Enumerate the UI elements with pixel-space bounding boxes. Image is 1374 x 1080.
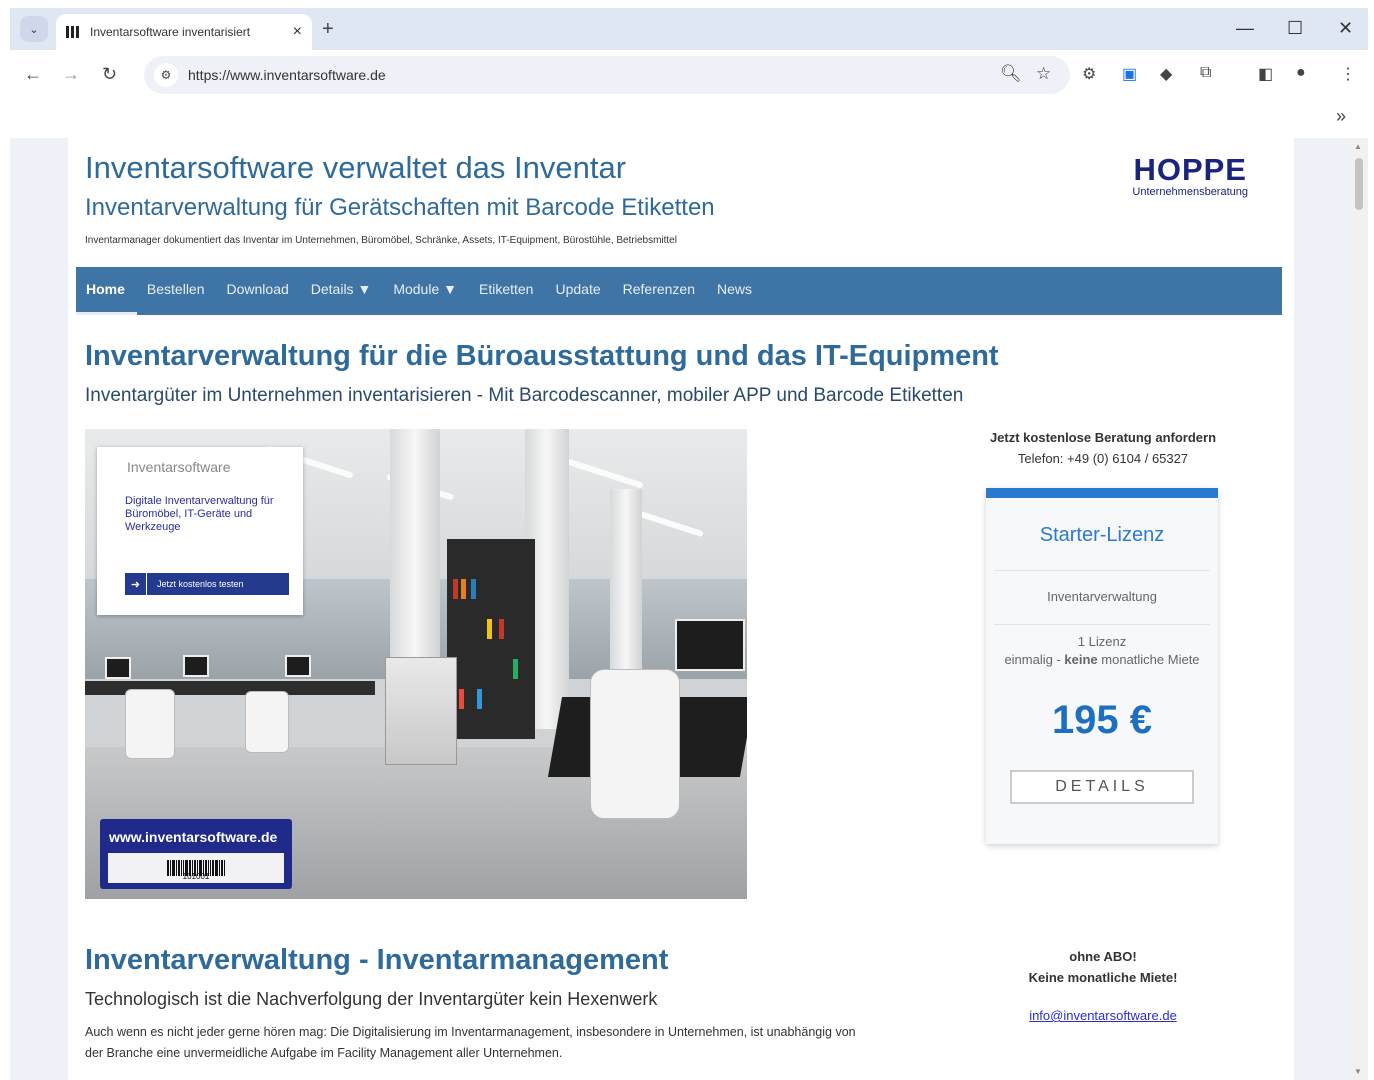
address-bar[interactable]: ⚙ https://www.inventarsoftware.de 🔍︎ ☆ bbox=[144, 56, 1070, 94]
window-close-icon[interactable]: ✕ bbox=[1338, 18, 1353, 39]
section-heading: Inventarverwaltung - Inventarmanagement bbox=[85, 944, 669, 976]
page-scrollbar[interactable]: ▲ ▼ bbox=[1350, 138, 1368, 1080]
main-subheading: Inventargüter im Unternehmen inventarisi… bbox=[85, 385, 964, 406]
hero-monitor bbox=[183, 655, 209, 677]
section-paragraph: Auch wenn es nicht jeder gerne hören mag… bbox=[85, 1025, 856, 1060]
side-panel-icon[interactable]: ◧ bbox=[1258, 64, 1273, 84]
bookmarks-bar: » bbox=[10, 102, 1368, 138]
hero-office-image: Inventarsoftware Digitale Inventarverwal… bbox=[85, 429, 747, 899]
logo-subtext: Unternehmensberatung bbox=[1132, 186, 1248, 198]
scroll-down-icon[interactable]: ▼ bbox=[1354, 1067, 1362, 1076]
zoom-icon[interactable]: 🔍︎ bbox=[1000, 64, 1022, 84]
page-content: Inventarsoftware verwaltet das Inventar … bbox=[68, 138, 1294, 1080]
url-text[interactable]: https://www.inventarsoftware.de bbox=[188, 67, 386, 83]
card-feature-rent: einmalig - keine monatliche Miete bbox=[1004, 652, 1200, 667]
hero-chair bbox=[590, 669, 680, 819]
browser-tab[interactable]: Inventarsoftware inventarisiert × bbox=[56, 14, 312, 50]
hero-printer bbox=[385, 657, 457, 765]
nav-item-download[interactable]: Download bbox=[227, 267, 289, 315]
hero-chair bbox=[125, 689, 175, 759]
promo-text: Digitale Inventarverwaltung für Büromöbe… bbox=[125, 495, 274, 533]
section-subheading: Technologisch ist die Nachverfolgung der… bbox=[85, 989, 658, 1009]
bookmarks-overflow-icon[interactable]: » bbox=[1336, 106, 1346, 127]
hero-monitor bbox=[285, 655, 311, 677]
nav-item-home[interactable]: Home bbox=[76, 267, 137, 315]
nav-item-referenzen[interactable]: Referenzen bbox=[623, 267, 695, 315]
card-title: Starter-Lizenz bbox=[1039, 524, 1165, 546]
page-viewport: Inventarsoftware verwaltet das Inventar … bbox=[10, 138, 1368, 1080]
browser-toolbar: ← → ↻ ⚙ https://www.inventarsoftware.de … bbox=[10, 50, 1368, 102]
extension-dark-icon[interactable]: ◆ bbox=[1160, 64, 1172, 84]
no-subscription-note: ohne ABO! Keine monatliche Miete! bbox=[958, 946, 1248, 988]
nav-item-bestellen[interactable]: Bestellen bbox=[147, 267, 205, 315]
main-navigation: Home Bestellen Download Details ▼ Module… bbox=[76, 267, 1282, 315]
site-title: Inventarsoftware verwaltet das Inventar bbox=[85, 150, 627, 185]
reload-icon[interactable]: ↻ bbox=[102, 64, 117, 85]
site-tagline: Inventarmanager dokumentiert das Inventa… bbox=[85, 235, 677, 246]
extension-blue-icon[interactable]: ▣ bbox=[1122, 64, 1137, 84]
menu-kebab-icon[interactable]: ⋮ bbox=[1340, 64, 1356, 84]
main-heading: Inventarverwaltung für die Büroausstattu… bbox=[85, 340, 999, 372]
hero-bookshelf bbox=[447, 539, 535, 739]
scrollbar-thumb[interactable] bbox=[1355, 158, 1363, 210]
logo-text: HOPPE bbox=[1133, 152, 1247, 187]
promo-box: Inventarsoftware Digitale Inventarverwal… bbox=[97, 447, 303, 615]
site-info-icon[interactable]: ⚙ bbox=[154, 63, 178, 87]
hoppe-logo[interactable]: HOPPE Unternehmensberatung bbox=[1132, 152, 1248, 198]
site-favicon-icon bbox=[66, 26, 80, 38]
promo-test-button[interactable]: ➜ Jetzt kostenlos testen bbox=[125, 573, 289, 595]
card-price: 195 € bbox=[1051, 698, 1153, 742]
nav-item-details[interactable]: Details ▼ bbox=[311, 267, 372, 315]
arrow-right-icon: ➜ bbox=[125, 573, 147, 595]
card-feature: Inventarverwaltung bbox=[1047, 589, 1157, 604]
minimize-icon[interactable]: — bbox=[1236, 18, 1254, 39]
tab-search-button[interactable]: ⌄ bbox=[20, 16, 48, 42]
details-button[interactable]: DETAILS bbox=[1010, 770, 1194, 804]
promo-title: Inventarsoftware bbox=[127, 459, 231, 475]
abo-line-1: ohne ABO! bbox=[1069, 949, 1137, 964]
barcode-label-plate: www.inventarsoftware.de 101001 bbox=[100, 819, 292, 889]
hero-monitor bbox=[105, 657, 131, 679]
site-subtitle: Inventarverwaltung für Gerätschaften mit… bbox=[85, 194, 715, 221]
new-tab-button[interactable]: + bbox=[322, 18, 334, 41]
extensions-puzzle-icon[interactable]: ⧉ bbox=[1200, 64, 1211, 82]
nav-item-update[interactable]: Update bbox=[555, 267, 600, 315]
extension-gear-icon[interactable]: ⚙ bbox=[1082, 64, 1096, 84]
abo-line-2: Keine monatliche Miete! bbox=[1028, 970, 1178, 985]
promo-button-label: Jetzt kostenlos testen bbox=[157, 579, 244, 589]
hero-monitor bbox=[675, 619, 745, 671]
plate-url: www.inventarsoftware.de bbox=[109, 829, 278, 845]
bookmark-star-icon[interactable]: ☆ bbox=[1036, 64, 1051, 84]
nav-item-news[interactable]: News bbox=[717, 267, 752, 315]
phone-number: Telefon: +49 (0) 6104 / 65327 bbox=[1017, 451, 1189, 466]
tab-strip: ⌄ Inventarsoftware inventarisiert × + — … bbox=[10, 8, 1368, 50]
plate-code: 101001 bbox=[182, 872, 210, 881]
chevron-down-icon: ⌄ bbox=[29, 23, 39, 36]
scroll-up-icon[interactable]: ▲ bbox=[1354, 142, 1362, 151]
forward-icon[interactable]: → bbox=[62, 64, 80, 85]
maximize-icon[interactable]: ☐ bbox=[1287, 18, 1303, 39]
card-topbar bbox=[986, 488, 1218, 498]
tab-title: Inventarsoftware inventarisiert bbox=[90, 25, 251, 39]
profile-avatar-icon[interactable]: ● bbox=[1296, 64, 1306, 82]
nav-item-etiketten[interactable]: Etiketten bbox=[479, 267, 533, 315]
email-link[interactable]: info@inventarsoftware.de bbox=[958, 1008, 1248, 1023]
back-icon[interactable]: ← bbox=[24, 64, 42, 85]
pricing-card: Starter-Lizenz Inventarverwaltung 1 Lize… bbox=[986, 488, 1218, 844]
nav-item-module[interactable]: Module ▼ bbox=[393, 267, 457, 315]
card-feature: 1 Lizenz bbox=[1077, 634, 1127, 649]
hero-chair bbox=[245, 691, 289, 753]
card-divider bbox=[994, 570, 1210, 571]
close-tab-icon[interactable]: × bbox=[293, 23, 302, 41]
consultation-cta: Jetzt kostenlose Beratung anfordern bbox=[989, 430, 1217, 445]
card-divider bbox=[994, 624, 1210, 625]
